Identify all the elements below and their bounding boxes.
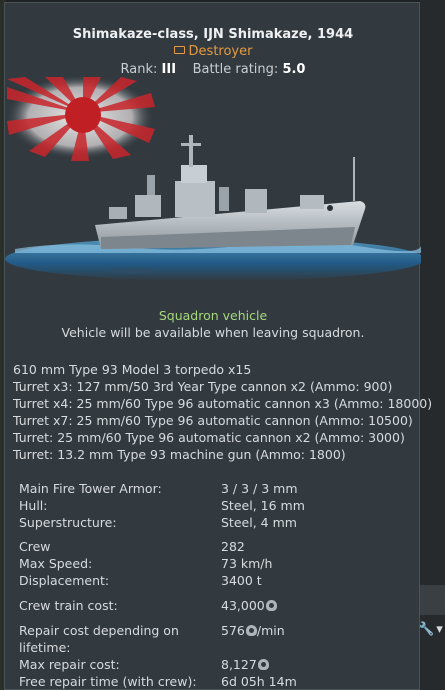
- squadron-note: Vehicle will be available when leaving s…: [61, 325, 365, 340]
- stat-label: Crew train cost:: [19, 598, 118, 613]
- vehicle-tooltip-panel: Shimakaze-class, IJN Shimakaze, 1944 Des…: [4, 2, 432, 690]
- repair-cost-suffix: /min: [256, 623, 285, 638]
- stat-value: Steel, 4 mm: [221, 515, 297, 530]
- weapons-list: 610 mm Type 93 Model 3 torpedo x15 Turre…: [13, 361, 432, 463]
- weapon-line: 610 mm Type 93 Model 3 torpedo x15: [13, 362, 252, 377]
- stat-label: Repair cost depending on: [19, 623, 179, 638]
- rising-sun-flag-icon: [6, 77, 155, 161]
- weapon-line: Turret: 13.2 mm Type 93 machine gun (Amm…: [13, 447, 346, 462]
- squadron-title: Squadron vehicle: [158, 308, 268, 323]
- stat-value: Steel, 16 mm: [221, 498, 305, 513]
- stat-value: 43,000: [221, 598, 277, 613]
- dropdown-icon[interactable]: ▾: [436, 622, 443, 637]
- stat-label: Max repair cost:: [19, 657, 120, 672]
- rank-value: III: [161, 62, 177, 77]
- stat-value: 3400 t: [221, 573, 262, 588]
- weapon-line: Turret: 25 mm/60 Type 96 automatic canno…: [13, 430, 405, 445]
- stat-value: 3 / 3 / 3 mm: [221, 481, 298, 496]
- rank-line: Rank: III Battle rating: 5.0: [5, 62, 421, 77]
- stat-value: 8,127: [221, 657, 269, 672]
- silver-lion-icon: [265, 600, 277, 611]
- vehicle-class: Destroyer: [5, 44, 421, 59]
- stat-label: Main Fire Tower Armor:: [19, 481, 162, 496]
- weapon-line: Turret x4: 25 mm/60 Type 96 automatic ca…: [13, 396, 433, 411]
- wrench-icon[interactable]: 🔧: [418, 622, 434, 637]
- stat-value: 576/min: [221, 623, 285, 638]
- stat-value: 73 km/h: [221, 556, 273, 571]
- stat-label: Superstructure:: [19, 515, 117, 530]
- silver-lion-icon: [245, 625, 257, 636]
- stat-label: Displacement:: [19, 573, 110, 588]
- weapon-line: Turret x7: 25 mm/60 Type 96 automatic ca…: [13, 413, 413, 428]
- background-toolbar: [420, 585, 445, 615]
- destroyer-tag-icon: [173, 46, 185, 54]
- stat-label: Crew: [19, 539, 51, 554]
- stat-label: Max Speed:: [19, 556, 93, 571]
- stat-label: Hull:: [19, 498, 48, 513]
- background-tool-icons: 🔧 ▾: [418, 618, 445, 640]
- battle-rating-value: 5.0: [282, 62, 306, 77]
- stat-value: 6d 05h 14m: [221, 674, 297, 689]
- silver-lion-icon: [257, 659, 269, 670]
- max-repair-cost-value: 8,127: [221, 657, 257, 672]
- ship-illustration: [5, 77, 421, 281]
- stat-label: Free repair time (with crew):: [19, 674, 197, 689]
- vehicle-title: Shimakaze-class, IJN Shimakaze, 1944: [72, 27, 354, 42]
- crew-train-cost-value: 43,000: [221, 598, 265, 613]
- rank-label: Rank:: [120, 62, 158, 77]
- stat-value: 282: [221, 539, 245, 554]
- vehicle-class-label: Destroyer: [188, 44, 253, 59]
- repair-cost-value: 576: [221, 623, 245, 638]
- battle-rating-label: Battle rating:: [192, 62, 279, 77]
- stat-label: lifetime:: [19, 640, 71, 655]
- weapon-line: Turret x3: 127 mm/50 3rd Year Type canno…: [13, 379, 393, 394]
